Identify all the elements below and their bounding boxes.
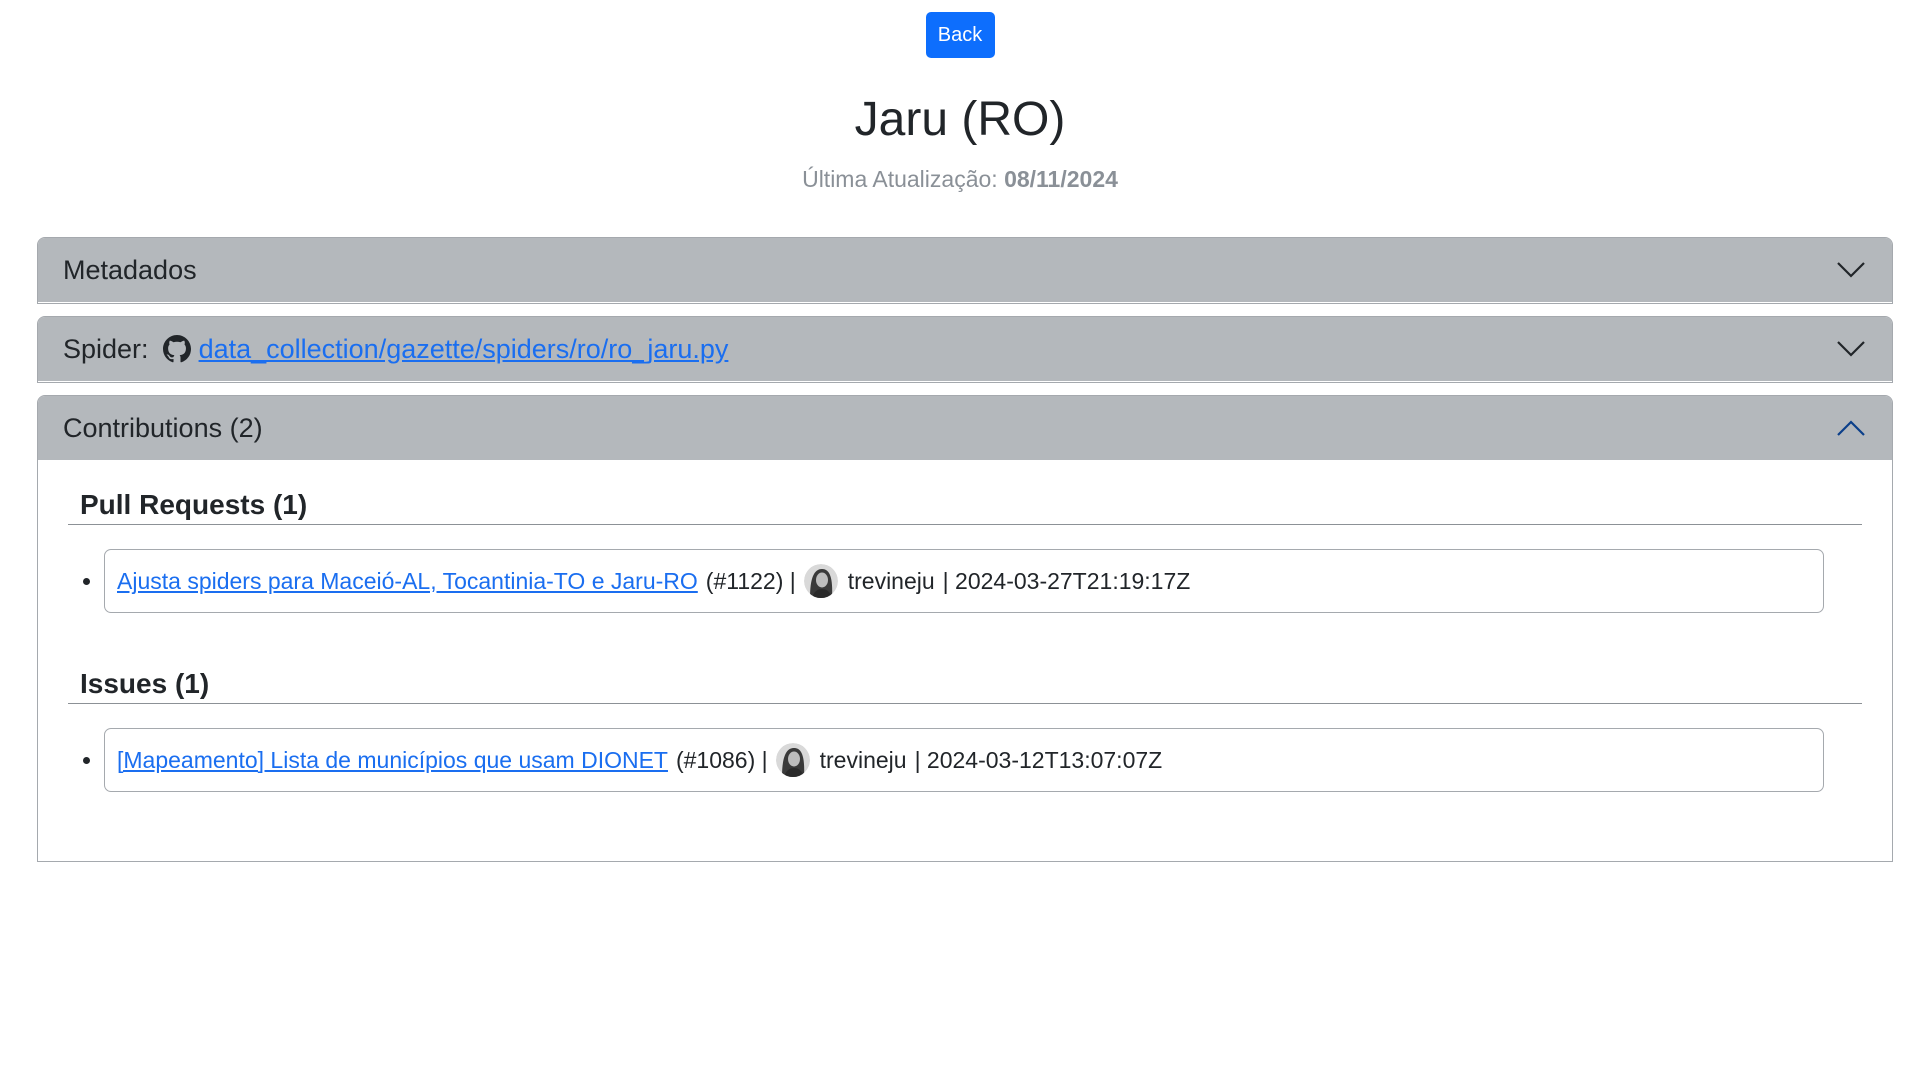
- accordion-header-spider[interactable]: Spider: data_collection/gazette/spiders/…: [38, 317, 1892, 381]
- list-item: Ajusta spiders para Maceió-AL, Tocantini…: [83, 549, 1824, 613]
- accordion-header-metadata[interactable]: Metadados: [38, 238, 1892, 302]
- accordion-item-spider: Spider: data_collection/gazette/spiders/…: [37, 316, 1893, 383]
- list-item: [Mapeamento] Lista de municípios que usa…: [83, 728, 1824, 792]
- chevron-up-icon: [1836, 419, 1866, 437]
- contributions-body: Pull Requests (1) Ajusta spiders para Ma…: [38, 486, 1892, 792]
- github-icon: [162, 335, 191, 363]
- back-wrap: Back: [0, 0, 1920, 58]
- page-title: Jaru (RO): [854, 93, 1066, 146]
- issue-date: | 2024-03-12T13:07:07Z: [914, 746, 1163, 773]
- issues-list: [Mapeamento] Lista de municípios que usa…: [68, 728, 1862, 792]
- avatar: [775, 743, 810, 777]
- last-updated: Última Atualização: 08/11/2024: [0, 164, 1920, 194]
- issue-number: (#1086) |: [675, 746, 768, 773]
- accordion-header-contributions[interactable]: Contributions (2): [38, 396, 1892, 460]
- pull-request-date: | 2024-03-27T21:19:17Z: [942, 567, 1191, 594]
- pull-request-link[interactable]: Ajusta spiders para Maceió-AL, Tocantini…: [117, 568, 698, 595]
- accordion-item-metadata: Metadados: [37, 237, 1893, 304]
- pull-request-number: (#1122) |: [705, 567, 796, 594]
- metadata-label: Metadados: [63, 254, 197, 285]
- spider-label: Spider:: [63, 333, 149, 364]
- bullet: [83, 578, 90, 585]
- accordion-item-contributions: Contributions (2) Pull Requests (1) Ajus…: [37, 395, 1893, 862]
- contributions-label: Contributions (2): [63, 412, 263, 443]
- pull-requests-list: Ajusta spiders para Maceió-AL, Tocantini…: [68, 549, 1862, 613]
- pull-requests-title: Pull Requests (1): [68, 486, 1862, 525]
- last-updated-date: 08/11/2024: [1004, 166, 1118, 192]
- bullet: [83, 757, 90, 764]
- issues-title: Issues (1): [68, 665, 1862, 704]
- spider-path-link[interactable]: data_collection/gazette/spiders/ro/ro_ja…: [199, 334, 729, 365]
- issue-author: trevineju: [819, 746, 907, 773]
- avatar: [803, 564, 838, 598]
- back-button[interactable]: Back: [925, 12, 995, 58]
- last-updated-label: Última Atualização:: [802, 166, 998, 192]
- pull-request-author: trevineju: [847, 567, 935, 594]
- chevron-down-icon: [1836, 340, 1866, 358]
- issue-link[interactable]: [Mapeamento] Lista de municípios que usa…: [117, 747, 668, 774]
- page: Back Jaru (RO) Última Atualização: 08/11…: [0, 0, 1920, 1080]
- chevron-down-icon: [1836, 261, 1866, 279]
